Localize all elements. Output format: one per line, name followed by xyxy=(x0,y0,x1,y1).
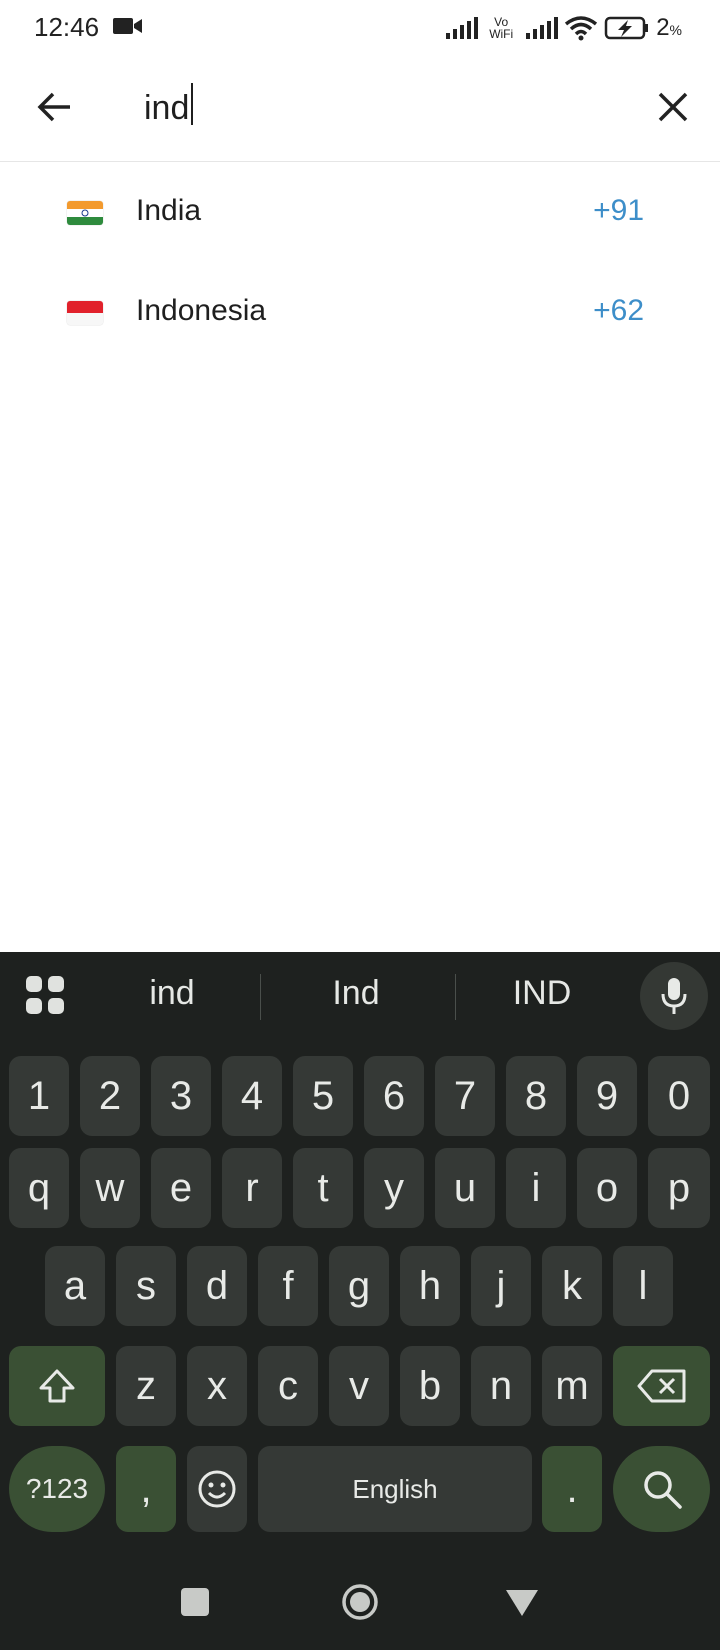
key-b[interactable]: b xyxy=(400,1346,460,1426)
emoji-icon xyxy=(198,1470,236,1508)
vowifi-wifi-label: WiFi xyxy=(489,27,514,41)
status-time: 12:46 xyxy=(34,12,100,42)
back-arrow-icon[interactable] xyxy=(34,86,76,128)
key-y[interactable]: y xyxy=(364,1148,424,1228)
suggestion-1[interactable]: ind xyxy=(92,974,252,1013)
home-icon[interactable] xyxy=(340,1582,380,1622)
key-f[interactable]: f xyxy=(258,1246,318,1326)
key-6[interactable]: 6 xyxy=(364,1056,424,1136)
key-e[interactable]: e xyxy=(151,1148,211,1228)
battery-charging-icon xyxy=(604,16,649,40)
key-2[interactable]: 2 xyxy=(80,1056,140,1136)
key-w[interactable]: w xyxy=(80,1148,140,1228)
vowifi-icon: Vo WiFi xyxy=(484,16,518,40)
symbols-button[interactable]: ?123 xyxy=(9,1446,105,1532)
suggestion-divider xyxy=(260,974,261,1020)
backspace-icon xyxy=(637,1369,685,1403)
signal-icon xyxy=(446,17,479,39)
key-x[interactable]: x xyxy=(187,1346,247,1426)
key-u[interactable]: u xyxy=(435,1148,495,1228)
key-p[interactable]: p xyxy=(648,1148,710,1228)
country-row-india[interactable]: India +91 xyxy=(0,163,720,263)
emoji-button[interactable] xyxy=(187,1446,247,1532)
search-header xyxy=(0,56,720,162)
backspace-button[interactable] xyxy=(613,1346,710,1426)
key-s[interactable]: s xyxy=(116,1246,176,1326)
key-0[interactable]: 0 xyxy=(648,1056,710,1136)
key-8[interactable]: 8 xyxy=(506,1056,566,1136)
suggestion-bar: ind Ind IND xyxy=(0,952,720,1040)
search-button[interactable] xyxy=(613,1446,710,1532)
key-o[interactable]: o xyxy=(577,1148,637,1228)
key-r[interactable]: r xyxy=(222,1148,282,1228)
dial-code: +91 xyxy=(593,194,644,227)
key-i[interactable]: i xyxy=(506,1148,566,1228)
key-g[interactable]: g xyxy=(329,1246,389,1326)
space-bar[interactable]: English xyxy=(258,1446,532,1532)
dial-code: +62 xyxy=(593,294,644,327)
key-q[interactable]: q xyxy=(9,1148,69,1228)
country-name: India xyxy=(136,194,202,227)
signal-icon-2 xyxy=(526,17,559,39)
flag-india-icon xyxy=(67,201,103,225)
key-t[interactable]: t xyxy=(293,1148,353,1228)
key-n[interactable]: n xyxy=(471,1346,531,1426)
wifi-icon xyxy=(565,16,598,41)
key-c[interactable]: c xyxy=(258,1346,318,1426)
suggestion-3[interactable]: IND xyxy=(462,974,622,1013)
shift-button[interactable] xyxy=(9,1346,105,1426)
key-3[interactable]: 3 xyxy=(151,1056,211,1136)
flag-indonesia-icon xyxy=(67,301,103,325)
key-7[interactable]: 7 xyxy=(435,1056,495,1136)
shift-icon xyxy=(39,1369,75,1403)
key-v[interactable]: v xyxy=(329,1346,389,1426)
status-bar: 12:46 Vo WiFi 2% xyxy=(0,0,720,56)
text-cursor xyxy=(191,83,193,125)
key-l[interactable]: l xyxy=(613,1246,673,1326)
comma-key[interactable]: , xyxy=(116,1446,176,1532)
key-h[interactable]: h xyxy=(400,1246,460,1326)
microphone-button[interactable] xyxy=(640,962,708,1030)
suggestion-2[interactable]: Ind xyxy=(276,974,436,1013)
key-k[interactable]: k xyxy=(542,1246,602,1326)
battery-unit: % xyxy=(669,22,682,38)
key-4[interactable]: 4 xyxy=(222,1056,282,1136)
microphone-icon xyxy=(661,978,687,1014)
key-m[interactable]: m xyxy=(542,1346,602,1426)
status-icons: Vo WiFi 2% xyxy=(438,10,682,46)
key-j[interactable]: j xyxy=(471,1246,531,1326)
video-camera-icon xyxy=(113,18,142,34)
key-d[interactable]: d xyxy=(187,1246,247,1326)
country-list: India +91 Indonesia +62 xyxy=(0,163,720,363)
keyboard: ind Ind IND 1 2 3 4 5 6 7 8 9 0 q w e r … xyxy=(0,952,720,1650)
key-z[interactable]: z xyxy=(116,1346,176,1426)
key-9[interactable]: 9 xyxy=(577,1056,637,1136)
recent-apps-icon[interactable] xyxy=(181,1588,209,1616)
apps-grid-icon[interactable] xyxy=(24,974,66,1016)
battery-value: 2 xyxy=(656,14,670,41)
battery-percent: 2% xyxy=(656,14,682,42)
search-icon xyxy=(643,1471,682,1509)
close-icon[interactable] xyxy=(652,86,694,128)
key-1[interactable]: 1 xyxy=(9,1056,69,1136)
key-5[interactable]: 5 xyxy=(293,1056,353,1136)
search-input[interactable] xyxy=(144,80,624,136)
back-triangle-icon[interactable] xyxy=(504,1588,540,1618)
suggestion-divider xyxy=(455,974,456,1020)
country-row-indonesia[interactable]: Indonesia +62 xyxy=(0,263,720,363)
country-name: Indonesia xyxy=(136,294,267,327)
navigation-bar xyxy=(0,1570,720,1650)
key-a[interactable]: a xyxy=(45,1246,105,1326)
period-key[interactable]: . xyxy=(542,1446,602,1532)
